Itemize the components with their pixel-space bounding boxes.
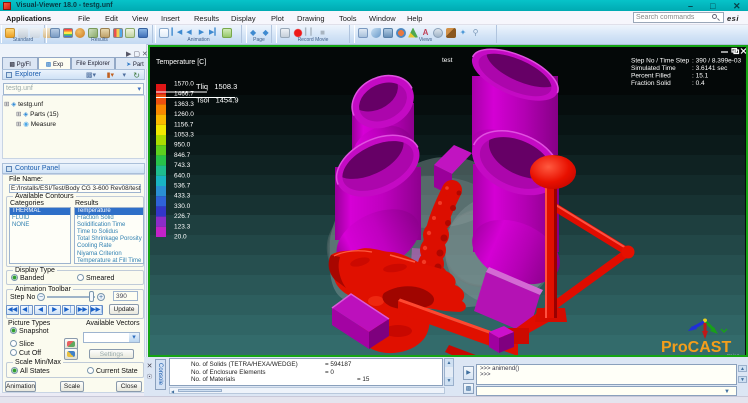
svg-text:123.3: 123.3 bbox=[174, 223, 191, 230]
svg-text:: 0.4: : 0.4 bbox=[692, 80, 705, 87]
svg-text:test: test bbox=[442, 57, 453, 64]
svg-text:640.0: 640.0 bbox=[174, 172, 191, 179]
svg-text:: 390 / 8.399e-03: : 390 / 8.399e-03 bbox=[692, 58, 742, 65]
svg-text:P1/A2: P1/A2 bbox=[727, 353, 740, 355]
svg-text:Tliq 1508.3: Tliq 1508.3 bbox=[196, 82, 237, 91]
svg-text:1053.3: 1053.3 bbox=[174, 132, 194, 139]
svg-text:433.3: 433.3 bbox=[174, 193, 191, 200]
svg-text:: 15.1: : 15.1 bbox=[692, 73, 709, 80]
svg-text:Tsol 1454.9: Tsol 1454.9 bbox=[196, 96, 239, 105]
svg-text:Step No / Time Step: Step No / Time Step bbox=[631, 58, 690, 65]
svg-text:846.7: 846.7 bbox=[174, 152, 191, 159]
svg-text:1260.0: 1260.0 bbox=[174, 111, 194, 118]
svg-text:330.0: 330.0 bbox=[174, 203, 191, 210]
svg-text:536.7: 536.7 bbox=[174, 183, 191, 190]
svg-text:950.0: 950.0 bbox=[174, 142, 191, 149]
svg-text:Temperature [C]: Temperature [C] bbox=[156, 59, 206, 66]
svg-text:226.7: 226.7 bbox=[174, 213, 191, 220]
svg-text:20.0: 20.0 bbox=[174, 234, 187, 241]
svg-text:Simulated Time: Simulated Time bbox=[631, 65, 676, 72]
svg-text:1570.0: 1570.0 bbox=[174, 81, 194, 88]
svg-text:1363.3: 1363.3 bbox=[174, 101, 194, 108]
svg-text:1156.7: 1156.7 bbox=[174, 121, 194, 128]
svg-text:Fraction Solid: Fraction Solid bbox=[631, 80, 671, 87]
svg-text:ProCAST: ProCAST bbox=[661, 339, 731, 355]
svg-text:Percent Filled: Percent Filled bbox=[631, 73, 671, 80]
svg-text:743.3: 743.3 bbox=[174, 162, 191, 169]
svg-text:: 3.6141 sec: : 3.6141 sec bbox=[692, 65, 728, 72]
